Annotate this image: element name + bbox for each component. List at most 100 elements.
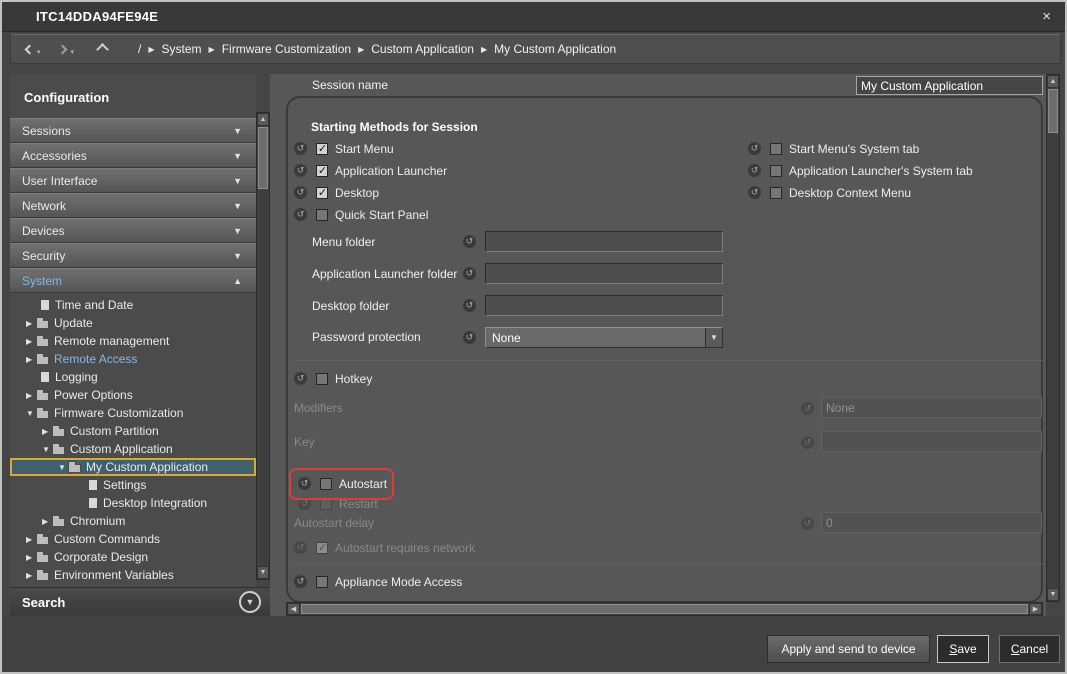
checkbox-appliance-mode-access[interactable]	[316, 576, 328, 588]
reset-icon[interactable]: ↺	[463, 267, 476, 280]
tree-item-settings[interactable]: Settings	[10, 476, 256, 494]
cancel-button[interactable]: Cancel	[999, 635, 1060, 663]
sidebar-item-accessories[interactable]: Accessories ▼	[10, 143, 256, 168]
tree-item-remote-access[interactable]: ▶ Remote Access	[10, 350, 256, 368]
tree-item-my-custom-application[interactable]: ▼ My Custom Application	[10, 458, 256, 476]
reset-icon[interactable]: ↺	[748, 142, 761, 155]
content-vertical-scrollbar[interactable]: ▲ ▼	[1046, 74, 1060, 602]
scroll-down-button[interactable]: ▼	[257, 566, 269, 579]
reset-icon[interactable]: ↺	[294, 575, 307, 588]
tree-item-update[interactable]: ▶ Update	[10, 314, 256, 332]
collapse-arrow-icon[interactable]: ▼	[42, 445, 52, 454]
scroll-left-button[interactable]: ◀	[287, 603, 300, 615]
desktop-row: ↺ Desktop	[294, 185, 379, 200]
reset-icon[interactable]: ↺	[298, 477, 311, 490]
scroll-up-button[interactable]: ▲	[257, 113, 269, 126]
apply-and-send-button[interactable]: Apply and send to device	[767, 635, 930, 663]
reset-icon[interactable]: ↺	[463, 235, 476, 248]
reset-icon[interactable]: ↺	[294, 372, 307, 385]
breadcrumb-item-custom-application[interactable]: Custom Application	[371, 42, 474, 56]
expand-arrow-icon[interactable]: ▶	[26, 571, 36, 580]
application-launcher-folder-input[interactable]	[485, 263, 723, 284]
tree-item-environment-variables[interactable]: ▶ Environment Variables	[10, 566, 256, 584]
expand-arrow-icon[interactable]: ▶	[26, 355, 36, 364]
expand-arrow-icon[interactable]: ▶	[26, 553, 36, 562]
expand-arrow-icon[interactable]: ▶	[42, 427, 52, 436]
tree-item-custom-application[interactable]: ▼ Custom Application	[10, 440, 256, 458]
desktop-folder-input[interactable]	[485, 295, 723, 316]
search-dropdown-button[interactable]: ▼	[239, 591, 261, 613]
expand-arrow-icon[interactable]: ▶	[26, 391, 36, 400]
reset-icon[interactable]: ↺	[294, 186, 307, 199]
sidebar-item-system[interactable]: System ▲	[10, 268, 256, 293]
checkbox-desktop[interactable]	[316, 187, 328, 199]
back-history-dropdown-icon[interactable]: ▾	[37, 48, 41, 56]
password-protection-select[interactable]: None ▼	[485, 327, 723, 348]
sidebar-item-user-interface[interactable]: User Interface ▼	[10, 168, 256, 193]
reset-icon[interactable]: ↺	[748, 186, 761, 199]
tree-item-desktop-integration[interactable]: Desktop Integration	[10, 494, 256, 512]
menu-folder-input[interactable]	[485, 231, 723, 252]
tree-item-label: Corporate Design	[54, 550, 148, 564]
breadcrumb-item-firmware-customization[interactable]: Firmware Customization	[222, 42, 351, 56]
breadcrumb-root[interactable]: /	[138, 42, 141, 56]
content-horizontal-scrollbar[interactable]: ◀ ▶	[286, 602, 1043, 616]
sidebar-item-network[interactable]: Network ▼	[10, 193, 256, 218]
checkbox-desktop-context-menu[interactable]	[770, 187, 782, 199]
expand-arrow-icon[interactable]: ▶	[26, 319, 36, 328]
tree-item-power-options[interactable]: ▶ Power Options	[10, 386, 256, 404]
checkbox-start-menu[interactable]	[316, 143, 328, 155]
checkbox-start-menu-system-tab[interactable]	[770, 143, 782, 155]
save-button[interactable]: Save	[937, 635, 989, 663]
combo-arrow-button[interactable]: ▼	[705, 328, 722, 347]
reset-icon[interactable]: ↺	[294, 208, 307, 221]
scrollbar-thumb[interactable]	[258, 127, 268, 189]
up-button[interactable]	[94, 39, 110, 59]
breadcrumb-item-my-custom-application[interactable]: My Custom Application	[494, 42, 616, 56]
sidebar-item-security[interactable]: Security ▼	[10, 243, 256, 268]
reset-icon[interactable]: ↺	[463, 299, 476, 312]
file-icon	[40, 299, 50, 311]
tree-item-logging[interactable]: Logging	[10, 368, 256, 386]
scroll-up-button[interactable]: ▲	[1047, 75, 1059, 88]
tree-item-time-and-date[interactable]: Time and Date	[10, 296, 256, 314]
checkbox-application-launcher[interactable]	[316, 165, 328, 177]
reset-icon[interactable]: ↺	[294, 142, 307, 155]
checkbox-application-launcher-system-tab[interactable]	[770, 165, 782, 177]
collapse-arrow-icon[interactable]: ▼	[26, 409, 36, 418]
forward-history-dropdown-icon[interactable]: ▾	[71, 48, 75, 56]
tree-item-custom-commands[interactable]: ▶ Custom Commands	[10, 530, 256, 548]
tree-item-chromium[interactable]: ▶ Chromium	[10, 512, 256, 530]
checkbox-label: Hotkey	[335, 372, 372, 386]
scroll-right-button[interactable]: ▶	[1029, 603, 1042, 615]
back-button[interactable]	[21, 39, 37, 59]
tree-item-custom-partition[interactable]: ▶ Custom Partition	[10, 422, 256, 440]
tree-scrollbar[interactable]: ▲ ▼	[256, 112, 270, 580]
scrollbar-thumb[interactable]	[1048, 89, 1058, 133]
tree-item-firmware-customization[interactable]: ▼ Firmware Customization	[10, 404, 256, 422]
expand-arrow-icon[interactable]: ▶	[26, 337, 36, 346]
hotkey-row: ↺ Hotkey	[294, 371, 372, 386]
sidebar-item-sessions[interactable]: Sessions ▼	[10, 118, 256, 143]
tree-item-remote-management[interactable]: ▶ Remote management	[10, 332, 256, 350]
reset-icon[interactable]: ↺	[294, 164, 307, 177]
checkbox-hotkey[interactable]	[316, 373, 328, 385]
breadcrumb-item-system[interactable]: System	[162, 42, 202, 56]
collapse-arrow-icon[interactable]: ▼	[58, 463, 68, 472]
checkbox-quick-start-panel[interactable]	[316, 209, 328, 221]
breadcrumb-separator-icon: ▶	[481, 45, 487, 54]
sidebar-item-devices[interactable]: Devices ▼	[10, 218, 256, 243]
tree-item-corporate-design[interactable]: ▶ Corporate Design	[10, 548, 256, 566]
reset-icon[interactable]: ↺	[748, 164, 761, 177]
expand-arrow-icon[interactable]: ▶	[42, 517, 52, 526]
checkbox-autostart[interactable]	[320, 478, 332, 490]
search-bar[interactable]: Search ▼	[10, 587, 270, 616]
session-name-input[interactable]	[856, 76, 1043, 95]
scrollbar-thumb[interactable]	[301, 604, 1028, 614]
reset-icon[interactable]: ↺	[463, 331, 476, 344]
expand-arrow-icon[interactable]: ▶	[26, 535, 36, 544]
forward-button[interactable]	[55, 39, 71, 59]
scroll-down-button[interactable]: ▼	[1047, 588, 1059, 601]
close-icon[interactable]: ×	[1042, 9, 1051, 24]
category-label: Sessions	[22, 124, 71, 138]
